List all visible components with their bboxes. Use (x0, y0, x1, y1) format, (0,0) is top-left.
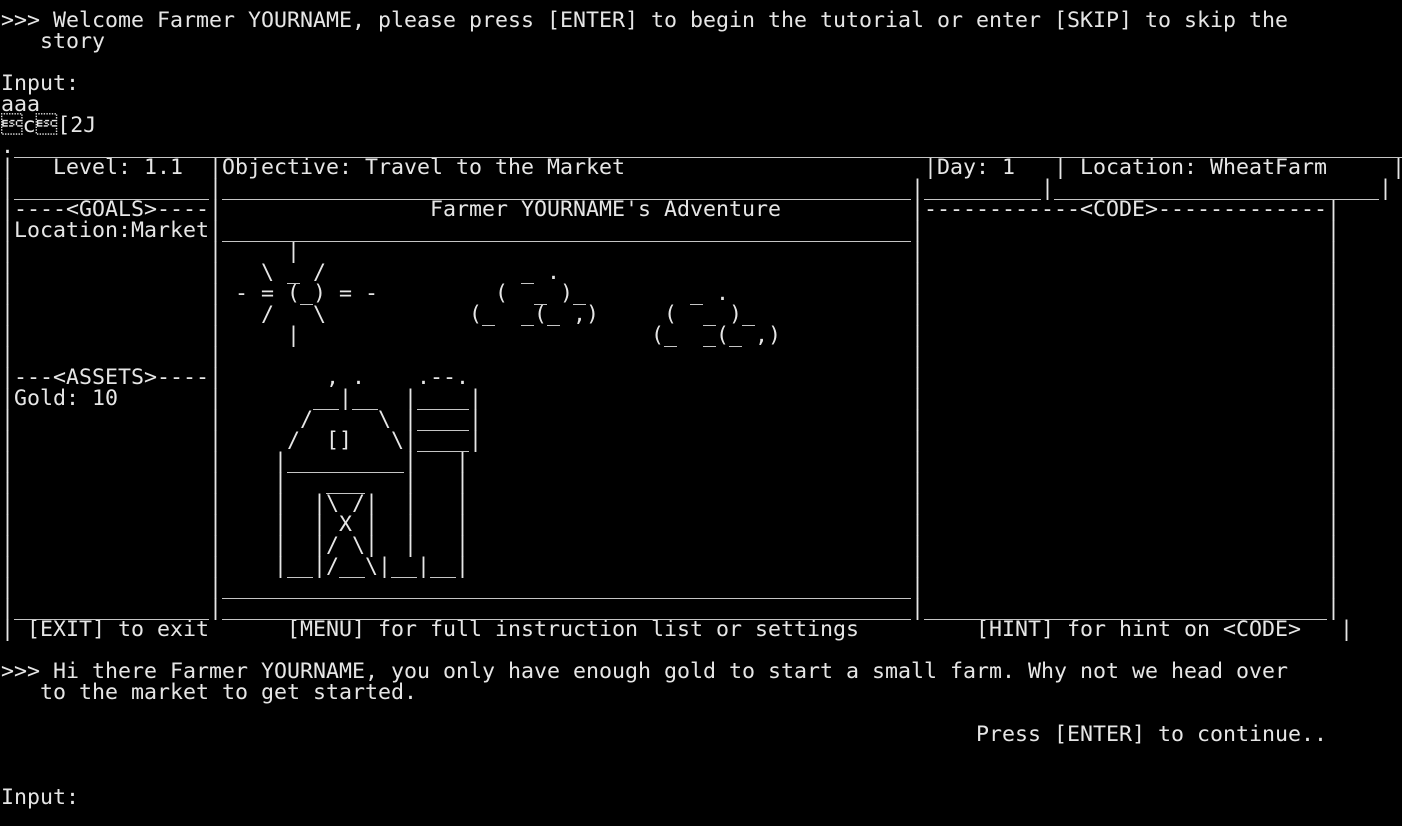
input-prompt[interactable]: Input: (1, 785, 79, 810)
welcome-line-1: >>> Welcome Farmer YOURNAME, please pres… (1, 8, 1289, 33)
welcome-line-2: story (1, 29, 106, 54)
continue-prompt: Press [ENTER] to continue.. (1, 722, 1328, 747)
terminal-window: >>> Welcome Farmer YOURNAME, please pres… (1, 8, 1402, 810)
dialog-line-2: to the market to get started. (1, 680, 418, 705)
frame-row-footer-commands: | [EXIT] to exit [MENU] for full instruc… (1, 617, 1354, 642)
